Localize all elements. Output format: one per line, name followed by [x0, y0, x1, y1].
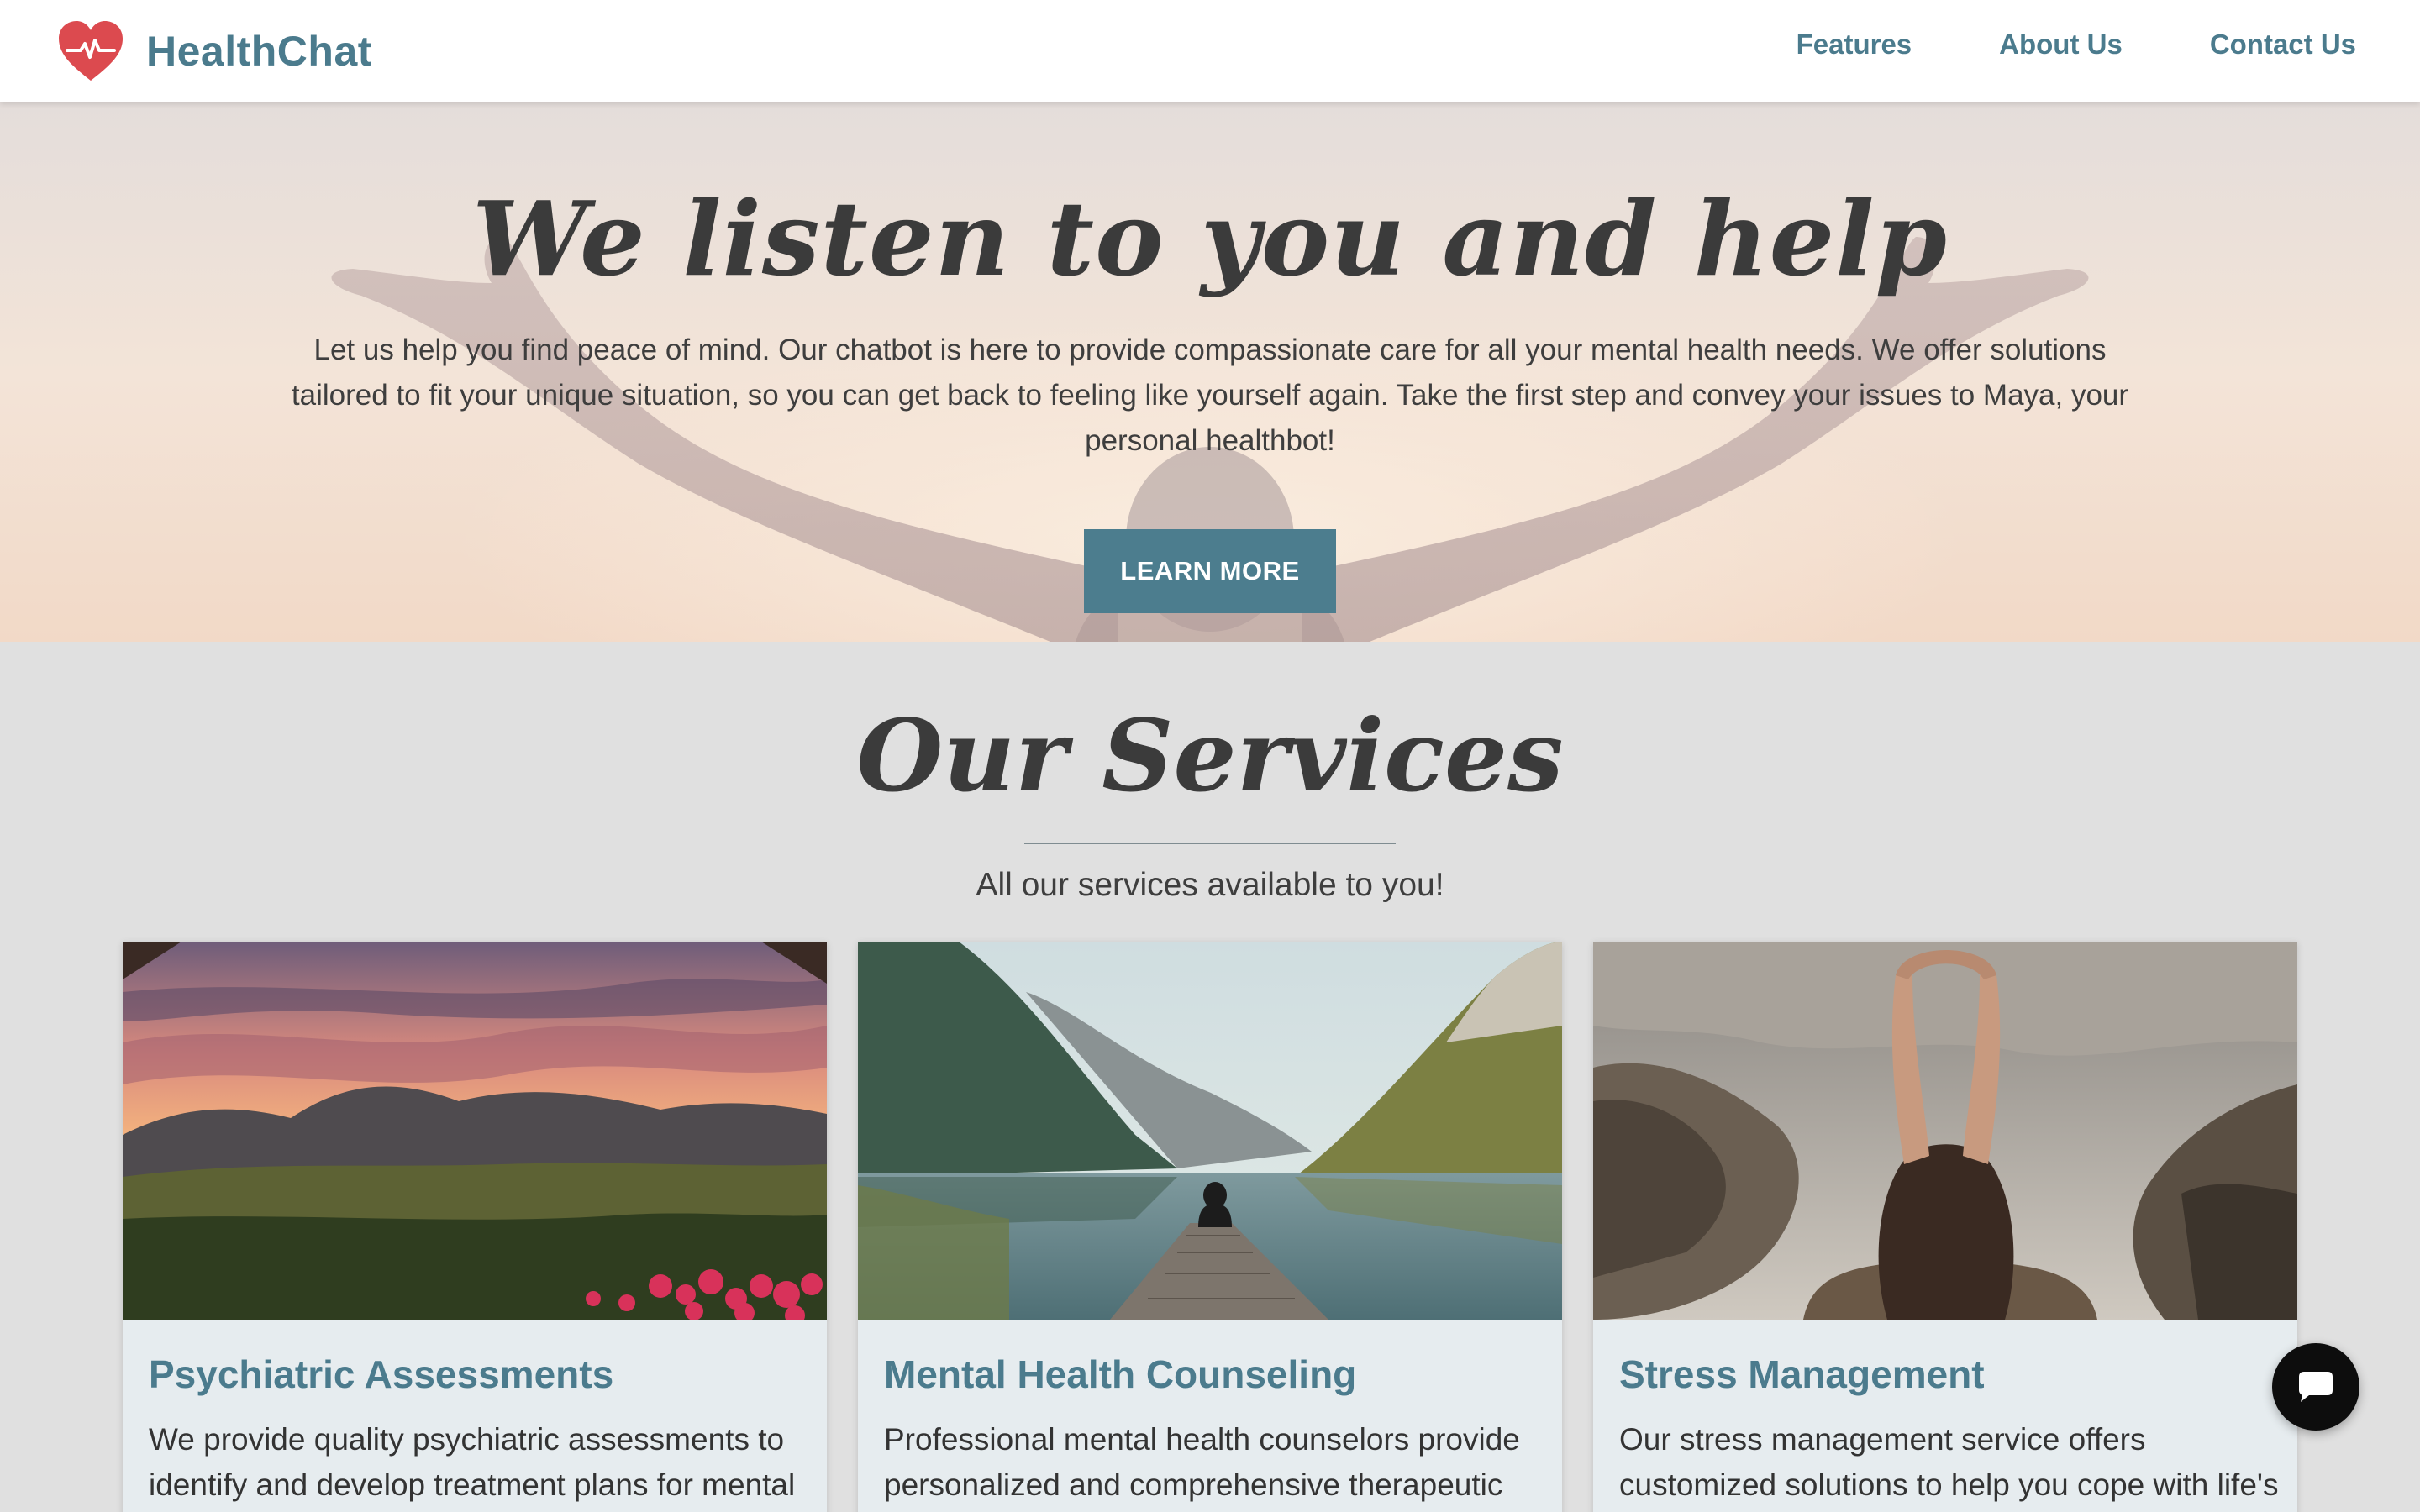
- nav-features[interactable]: Features: [1797, 29, 1912, 60]
- services-subtitle: All our services available to you!: [976, 867, 1444, 903]
- card-title: Mental Health Counseling: [884, 1352, 1357, 1396]
- service-card-stress-management[interactable]: Stress Management Our stress management …: [1593, 942, 2297, 1512]
- hero-title: We listen to you and help: [472, 178, 1948, 299]
- service-card-psychiatric-assessments[interactable]: Psychiatric Assessments We provide quali…: [123, 942, 827, 1512]
- card-title: Stress Management: [1619, 1352, 1985, 1396]
- heart-pulse-icon: [59, 21, 123, 81]
- card-title: Psychiatric Assessments: [149, 1352, 614, 1396]
- woman-rocks-image: [1593, 942, 2297, 1320]
- service-card-mental-health-counseling[interactable]: Mental Health Counseling Professional me…: [858, 942, 1562, 1512]
- brand-logo-link[interactable]: HealthChat: [55, 18, 372, 84]
- card-description: We provide quality psychiatric assessmen…: [149, 1422, 796, 1502]
- top-navbar: HealthChat Features About Us Contact Us: [0, 0, 2420, 102]
- brand-name: HealthChat: [146, 28, 372, 75]
- card-description: Our stress management service offers cus…: [1619, 1422, 2279, 1502]
- chat-launcher-button[interactable]: [2272, 1343, 2360, 1431]
- services-title: Our Services: [856, 697, 1564, 814]
- nav-about-us[interactable]: About Us: [1999, 29, 2123, 60]
- nav-contact-us[interactable]: Contact Us: [2210, 29, 2356, 60]
- card-description: Professional mental health counselors pr…: [884, 1422, 1520, 1502]
- hero-description: Let us help you find peace of mind. Our …: [291, 333, 2129, 457]
- lake-dock-image: [858, 942, 1562, 1320]
- hero-section: We listen to you and help Let us help yo…: [0, 102, 2420, 642]
- sunset-valley-image: [123, 942, 827, 1320]
- learn-more-button[interactable]: LEARN MORE: [1084, 529, 1336, 613]
- chat-bubble-icon: [2299, 1372, 2333, 1402]
- main-nav: Features About Us Contact Us: [1709, 29, 2356, 60]
- services-divider: [1024, 843, 1396, 844]
